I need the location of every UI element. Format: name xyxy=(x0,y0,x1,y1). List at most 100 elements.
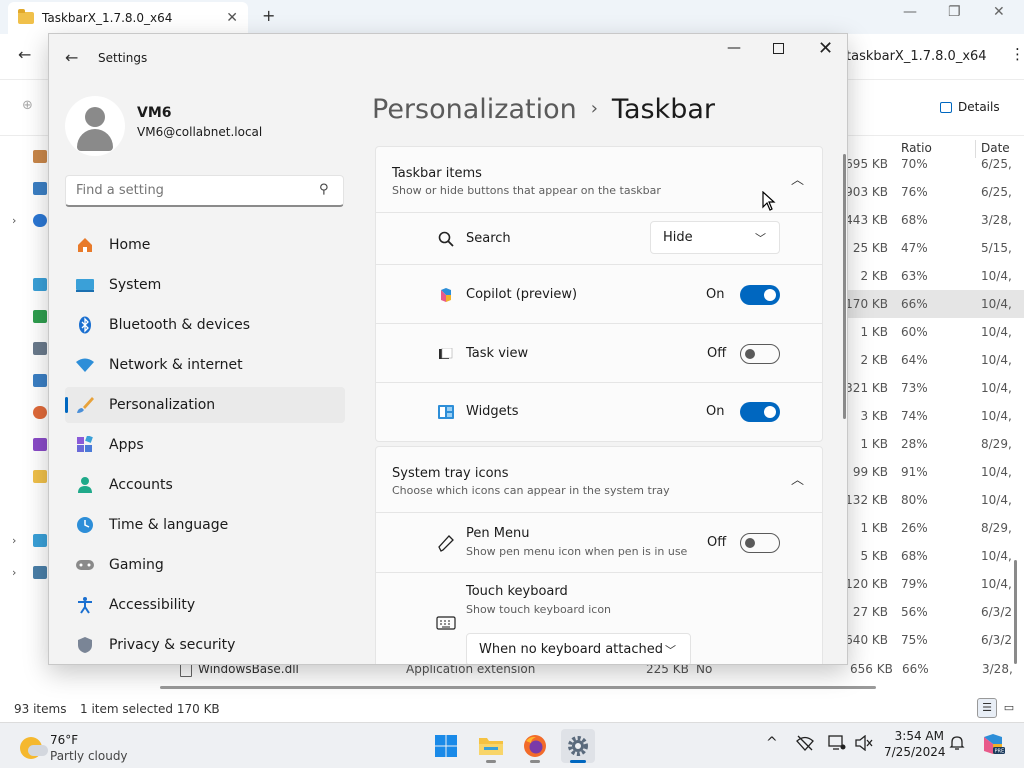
gallery-nav-icon[interactable] xyxy=(33,182,47,195)
display-icon[interactable] xyxy=(828,735,846,755)
sidebar-item-time-language[interactable]: Time & language xyxy=(65,507,345,543)
sidebar-item-bluetooth[interactable]: Bluetooth & devices xyxy=(65,307,345,343)
details-button[interactable]: Details xyxy=(940,100,1000,114)
desktop-nav-icon[interactable] xyxy=(33,278,47,291)
volume-muted-icon[interactable] xyxy=(855,734,873,755)
taskbar-firefox[interactable] xyxy=(518,729,552,763)
pen-menu-row: Pen Menu Show pen menu icon when pen is … xyxy=(376,513,822,573)
horizontal-scrollbar[interactable] xyxy=(160,686,876,689)
new-tab-button[interactable]: + xyxy=(262,6,275,25)
touch-keyboard-dropdown[interactable]: When no keyboard attached ﹀ xyxy=(466,633,691,664)
minimize-icon[interactable]: — xyxy=(727,40,741,56)
taskbar-file-explorer[interactable] xyxy=(474,729,508,763)
copilot-tray-icon[interactable]: PRE xyxy=(981,732,1005,760)
table-row[interactable]: 695 KB 70% 6/25, xyxy=(845,150,1024,178)
sidebar-item-accounts[interactable]: Accounts xyxy=(65,467,345,503)
search-dropdown[interactable]: Hide ﹀ xyxy=(650,221,780,254)
notification-bell-icon[interactable] xyxy=(949,735,965,755)
restore-icon[interactable]: ❐ xyxy=(948,4,961,20)
start-button[interactable] xyxy=(429,729,463,763)
sidebar-item-network[interactable]: Network & internet xyxy=(65,347,345,383)
sidebar-item-accessibility[interactable]: Accessibility xyxy=(65,587,345,623)
sidebar-item-apps[interactable]: Apps xyxy=(65,427,345,463)
new-item-icon[interactable]: ⊕ xyxy=(22,98,33,113)
table-row[interactable]: 132 KB 80% 10/4, xyxy=(845,486,1024,514)
home-nav-icon[interactable] xyxy=(33,150,47,163)
pictures-nav-icon[interactable] xyxy=(33,374,47,387)
expand-chevron-icon[interactable]: › xyxy=(12,534,16,547)
sidebar-item-personalization[interactable]: Personalization xyxy=(65,387,345,423)
explorer-tab[interactable]: TaskbarX_1.7.8.0_x64 ✕ xyxy=(8,2,248,34)
pen-menu-toggle[interactable] xyxy=(740,533,780,553)
details-view-icon[interactable]: ☰ xyxy=(977,698,997,718)
bluetooth-icon xyxy=(75,315,95,335)
table-row[interactable]: 99 KB 91% 10/4, xyxy=(848,458,1024,486)
task-view-toggle[interactable] xyxy=(740,344,780,364)
taskbar-items-header[interactable]: Taskbar items Show or hide buttons that … xyxy=(376,147,822,213)
table-row[interactable]: 5 KB 68% 10/4, xyxy=(848,542,1024,570)
table-row[interactable]: ,443 KB 68% 3/28, xyxy=(841,206,1024,234)
vertical-scrollbar[interactable] xyxy=(1014,560,1017,664)
sidebar-item-gaming[interactable]: Gaming xyxy=(65,547,345,583)
widgets-toggle[interactable] xyxy=(740,402,780,422)
expand-chevron-icon[interactable]: › xyxy=(12,214,16,227)
system-tray-header[interactable]: System tray icons Choose which icons can… xyxy=(376,447,822,513)
music-nav-icon[interactable] xyxy=(33,406,47,419)
expand-chevron-icon[interactable]: › xyxy=(12,566,16,579)
table-row[interactable]: 1 KB 26% 8/29, xyxy=(848,514,1024,542)
table-row[interactable]: 27 KB 56% 6/3/2 xyxy=(848,598,1024,626)
table-row[interactable]: 640 KB 75% 6/3/2 xyxy=(845,626,1024,654)
table-row[interactable]: 170 KB 66% 10/4, xyxy=(845,290,1024,318)
table-row[interactable]: 1 KB 60% 10/4, xyxy=(848,318,1024,346)
show-hidden-icons-icon[interactable]: ^ xyxy=(766,735,778,751)
selection-info: 1 item selected 170 KB xyxy=(80,702,220,716)
table-row[interactable]: 903 KB 76% 6/25, xyxy=(845,178,1024,206)
network-disconnected-icon[interactable] xyxy=(796,735,814,755)
task-view-row: Task view Off xyxy=(376,324,822,383)
system-clock[interactable]: 3:54 AM 7/25/2024 xyxy=(884,729,946,759)
downloads-nav-icon[interactable] xyxy=(33,310,47,323)
copilot-toggle[interactable] xyxy=(740,285,780,305)
close-icon[interactable]: ✕ xyxy=(818,38,833,59)
close-icon[interactable]: ✕ xyxy=(993,4,1005,20)
videos-nav-icon[interactable] xyxy=(33,438,47,451)
file-date: 3/28, xyxy=(981,213,1012,227)
status-bar: 93 items 1 item selected 170 KB ☰ ▭ xyxy=(0,696,1024,722)
chevron-up-icon[interactable]: ︿ xyxy=(791,169,804,188)
tiles-view-icon[interactable]: ▭ xyxy=(999,698,1019,718)
close-tab-icon[interactable]: ✕ xyxy=(226,10,238,26)
taskbar-settings[interactable] xyxy=(561,729,595,763)
table-row[interactable]: 3 KB 74% 10/4, xyxy=(848,402,1024,430)
search-input[interactable] xyxy=(65,175,344,207)
breadcrumb-parent[interactable]: Personalization xyxy=(372,94,577,125)
task-view-icon xyxy=(436,344,456,364)
more-options-icon[interactable]: ⋮ xyxy=(1010,45,1024,63)
sidebar-item-system[interactable]: System xyxy=(65,267,345,303)
documents-nav-icon[interactable] xyxy=(33,342,47,355)
breadcrumb-separator: › xyxy=(590,98,598,119)
back-arrow-icon[interactable]: ← xyxy=(65,48,78,67)
file-date: 10/4, xyxy=(981,325,1012,339)
user-profile[interactable]: VM6 VM6@collabnet.local xyxy=(65,92,345,162)
table-row[interactable]: 2 KB 64% 10/4, xyxy=(848,346,1024,374)
address-path[interactable]: taskbarX_1.7.8.0_x64 xyxy=(846,49,987,64)
onedrive-nav-icon[interactable] xyxy=(33,214,47,227)
maximize-icon[interactable] xyxy=(773,43,784,54)
sidebar-item-privacy[interactable]: Privacy & security xyxy=(65,627,345,663)
minimize-icon[interactable]: — xyxy=(903,4,917,20)
table-row[interactable]: 2 KB 63% 10/4, xyxy=(848,262,1024,290)
chevron-up-icon[interactable]: ︿ xyxy=(791,469,804,488)
table-row[interactable]: 321 KB 73% 10/4, xyxy=(845,374,1024,402)
settings-scrollbar[interactable] xyxy=(843,154,846,419)
weather-widget[interactable]: 76°F Partly cloudy xyxy=(16,729,176,763)
settings-sidebar: Home System Bluetooth & devices Network … xyxy=(65,227,345,664)
file-ratio: 64% xyxy=(901,353,928,367)
folder-nav-icon[interactable] xyxy=(33,470,47,483)
sidebar-item-home[interactable]: Home xyxy=(65,227,345,263)
table-row[interactable]: 1 KB 28% 8/29, xyxy=(848,430,1024,458)
table-row[interactable]: 25 KB 47% 5/15, xyxy=(848,234,1024,262)
this-pc-nav-icon[interactable] xyxy=(33,534,47,547)
network-nav-icon[interactable] xyxy=(33,566,47,579)
table-row[interactable]: 120 KB 79% 10/4, xyxy=(845,570,1024,598)
back-arrow-icon[interactable]: ← xyxy=(18,45,31,64)
